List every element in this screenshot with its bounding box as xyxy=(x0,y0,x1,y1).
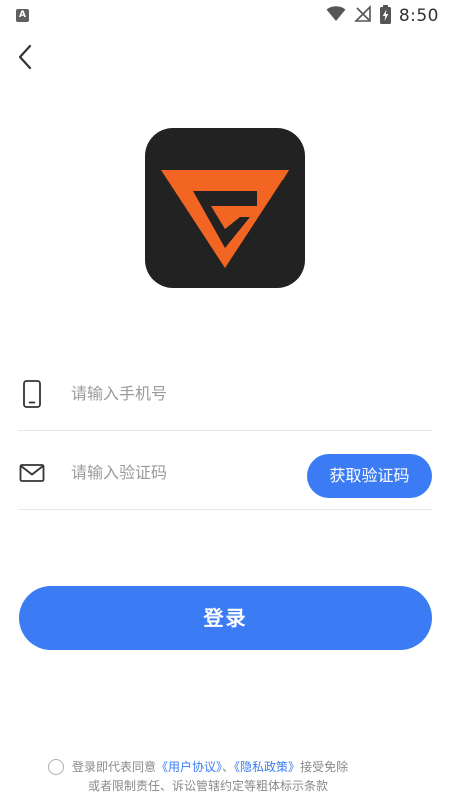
chevron-left-icon xyxy=(17,44,33,74)
status-bar: A 8:50 xyxy=(0,0,451,32)
status-indicators: 8:50 xyxy=(326,4,439,28)
battery-charging-icon xyxy=(379,4,391,28)
agree-checkbox[interactable] xyxy=(48,759,64,775)
login-button[interactable]: 登录 xyxy=(19,586,432,650)
user-agreement-link[interactable]: 《用户协议》 xyxy=(156,760,222,774)
agreement-text-line2: 或者限制责任、诉讼管辖约定等粗体标示条款 xyxy=(88,779,329,793)
code-field-row: 获取验证码 xyxy=(18,431,432,510)
agreement-prefix: 登录即代表同意 xyxy=(72,760,157,774)
mail-icon xyxy=(18,459,46,487)
phone-input[interactable] xyxy=(71,378,291,408)
app-logo xyxy=(145,128,305,288)
no-signal-icon xyxy=(353,5,372,27)
status-time: 8:50 xyxy=(398,6,439,26)
agreement-separator: 、 xyxy=(222,760,235,774)
get-code-button[interactable]: 获取验证码 xyxy=(307,454,432,498)
agreement-text-line1: 登录即代表同意《用户协议》、《隐私政策》接受免除 xyxy=(72,758,348,776)
phone-icon xyxy=(18,380,46,408)
privacy-policy-link[interactable]: 《隐私政策》 xyxy=(234,760,300,774)
app-notification-icon: A xyxy=(16,9,29,22)
wifi-icon xyxy=(326,6,346,26)
back-button[interactable] xyxy=(10,44,40,74)
verification-code-input[interactable] xyxy=(71,457,291,487)
agreement-suffix: 接受免除 xyxy=(300,760,349,774)
phone-field-row xyxy=(18,352,432,431)
